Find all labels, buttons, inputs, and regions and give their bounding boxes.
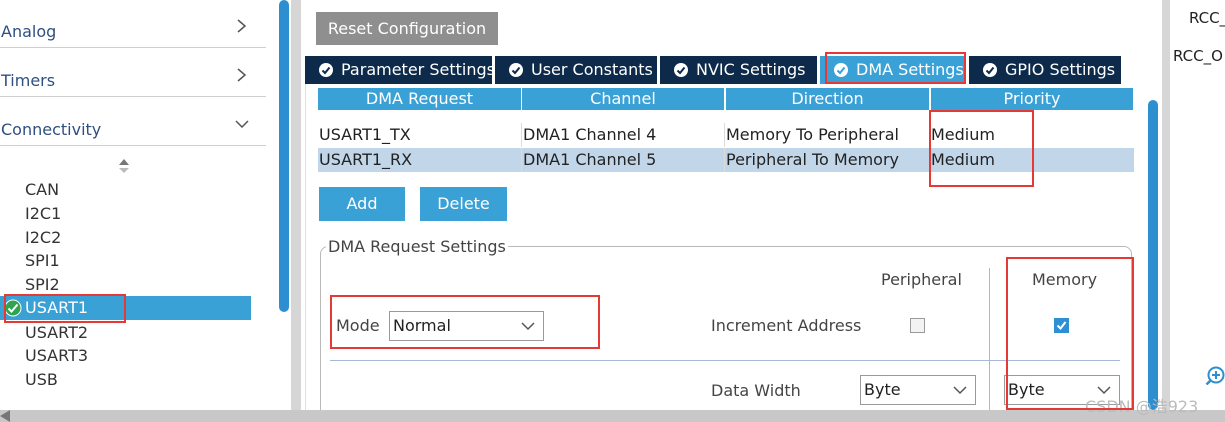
peripheral-column-label: Peripheral [881, 270, 962, 289]
tab-label: User Constants [531, 60, 653, 79]
check-circle-icon [509, 63, 523, 77]
cell-dma-request: USART1_RX [319, 150, 413, 169]
highlight-memory-column [1006, 257, 1134, 410]
pin-label: RCC_ [1189, 9, 1225, 27]
category-panel: Analog Timers Connectivity CAN I2C1 I2C2… [0, 0, 266, 410]
cell-direction: Peripheral To Memory [726, 150, 899, 169]
content-scrollbar-thumb[interactable] [1148, 100, 1158, 410]
column-header-dma-request[interactable]: DMA Request [318, 88, 521, 110]
category-analog-label: Analog [1, 22, 57, 41]
category-connectivity[interactable]: Connectivity [0, 98, 266, 146]
tab-parameter-settings[interactable]: Parameter Settings [305, 56, 495, 84]
chevron-right-icon [237, 19, 247, 33]
pin-label: RCC_O [1173, 47, 1223, 65]
column-header-direction[interactable]: Direction [726, 88, 929, 110]
cell-channel: DMA1 Channel 5 [523, 150, 657, 169]
highlight-dma-settings-tab [825, 52, 966, 84]
settings-column-divider [989, 268, 990, 410]
chevron-down-icon [953, 386, 967, 395]
category-connectivity-label: Connectivity [1, 120, 102, 139]
scroll-left-icon[interactable] [0, 410, 10, 422]
increment-peripheral-checkbox[interactable] [910, 318, 925, 333]
peripheral-item-spi1[interactable]: SPI1 [25, 251, 60, 270]
cell-dma-request: USART1_TX [319, 125, 411, 144]
data-width-peripheral-value: Byte [864, 380, 901, 399]
column-divider [724, 123, 725, 147]
chevron-right-icon [237, 68, 247, 82]
check-circle-icon [319, 63, 333, 77]
pinout-view-panel: RCC_ RCC_O [1170, 0, 1225, 410]
highlight-mode [330, 295, 600, 349]
increment-address-label: Increment Address [711, 316, 862, 335]
peripheral-item-usart2[interactable]: USART2 [25, 323, 88, 342]
tab-nvic-settings[interactable]: NVIC Settings [660, 56, 817, 84]
peripheral-item-can[interactable]: CAN [25, 180, 59, 199]
dma-request-settings-title: DMA Request Settings [326, 237, 508, 256]
right-panel-divider[interactable] [1162, 0, 1170, 410]
category-timers-label: Timers [1, 71, 56, 90]
add-button[interactable]: Add [319, 187, 405, 221]
zoom-in-icon[interactable] [1205, 365, 1225, 385]
data-width-peripheral-select[interactable]: Byte [860, 375, 976, 405]
highlight-usart1 [4, 294, 126, 323]
column-divider [521, 123, 522, 147]
highlight-priority [929, 110, 1034, 187]
chevron-down-icon [235, 120, 249, 129]
check-circle-icon [983, 63, 997, 77]
peripheral-item-i2c1[interactable]: I2C1 [25, 204, 61, 223]
category-analog[interactable]: Analog [0, 0, 266, 48]
tab-label: NVIC Settings [696, 60, 806, 79]
peripheral-item-i2c2[interactable]: I2C2 [25, 228, 61, 247]
tab-label: GPIO Settings [1005, 60, 1116, 79]
horizontal-scrollbar[interactable] [0, 410, 1225, 422]
peripheral-item-spi2[interactable]: SPI2 [25, 275, 60, 294]
column-divider [724, 148, 725, 172]
check-circle-icon [674, 63, 688, 77]
column-header-channel[interactable]: Channel [522, 88, 724, 110]
cell-channel: DMA1 Channel 4 [523, 125, 657, 144]
panel-divider[interactable] [291, 0, 301, 410]
delete-button[interactable]: Delete [420, 187, 507, 221]
tab-user-constants[interactable]: User Constants [495, 56, 657, 84]
left-scrollbar-thumb[interactable] [279, 0, 289, 312]
peripheral-item-usb[interactable]: USB [25, 370, 58, 389]
sort-icon[interactable] [117, 158, 131, 174]
reset-configuration-button[interactable]: Reset Configuration [316, 12, 498, 45]
tab-gpio-settings[interactable]: GPIO Settings [969, 56, 1121, 84]
tab-label: Parameter Settings [341, 60, 495, 79]
data-width-label: Data Width [711, 381, 801, 400]
column-divider [521, 148, 522, 172]
category-timers[interactable]: Timers [0, 49, 266, 97]
cell-direction: Memory To Peripheral [726, 125, 899, 144]
peripheral-item-usart3[interactable]: USART3 [25, 346, 88, 365]
column-header-priority[interactable]: Priority [931, 88, 1133, 110]
settings-row-divider [330, 360, 1120, 361]
